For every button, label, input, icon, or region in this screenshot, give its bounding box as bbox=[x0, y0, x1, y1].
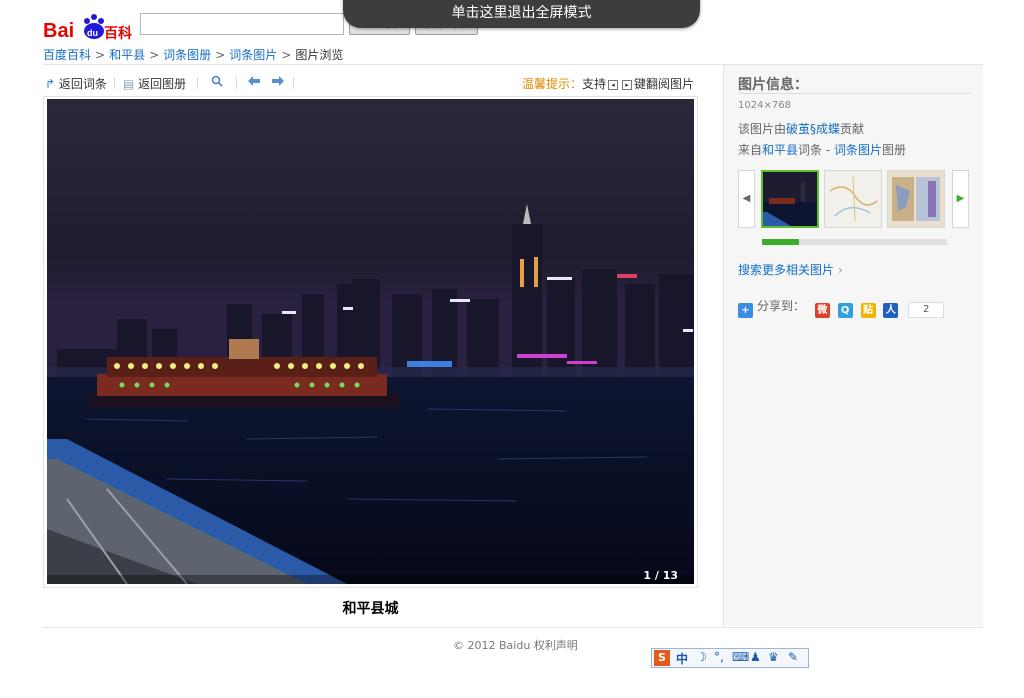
carousel-progress-fill bbox=[762, 239, 799, 245]
source-line: 来自和平县词条 - 词条图片图册 bbox=[738, 141, 906, 158]
thumbnail-2[interactable] bbox=[824, 170, 882, 228]
back-to-entry-link[interactable]: ↱ 返回词条 bbox=[45, 75, 107, 92]
prev-arrow-icon[interactable] bbox=[248, 75, 260, 89]
carousel-progress-bar[interactable] bbox=[762, 239, 947, 245]
carousel-next-icon[interactable]: ▶ bbox=[952, 170, 969, 228]
ime-toolbar[interactable]: S 中 ☽ °, ⌨ ♟ ♛ ✎ bbox=[651, 648, 809, 668]
image-info-sidebar: 图片信息： 1024×768 该图片由破茧§成蝶贡献 来自和平县词条 - 词条图… bbox=[723, 65, 983, 626]
thumbnail-1[interactable] bbox=[761, 170, 819, 228]
copyright-text[interactable]: © 2012 Baidu 权利声明 bbox=[453, 637, 578, 653]
breadcrumb-current: 图片浏览 bbox=[295, 48, 344, 62]
qzone-share-icon[interactable]: Q bbox=[837, 303, 853, 318]
share-count: 2 bbox=[908, 302, 945, 318]
chevron-right-icon: › bbox=[837, 263, 843, 277]
keyboard-icon[interactable]: ⌨ bbox=[732, 650, 749, 664]
thumbnail-carousel: ◀ ▶ bbox=[738, 170, 971, 230]
breadcrumb-separator: > bbox=[281, 48, 292, 62]
source-prefix: 来自 bbox=[738, 143, 763, 157]
thumbnail-3[interactable] bbox=[887, 170, 945, 228]
image-info-divider bbox=[738, 93, 971, 94]
breadcrumb: 百度百科 > 和平县 > 词条图册 > 词条图片 > 图片浏览 bbox=[43, 46, 343, 63]
hint-text-1: 支持 bbox=[581, 77, 606, 91]
thumbnail-atlas-image bbox=[888, 171, 944, 227]
tieba-share-icon[interactable]: 贴 bbox=[860, 303, 876, 318]
moon-icon[interactable]: ☽ bbox=[696, 650, 707, 664]
user-icon[interactable]: ♟ bbox=[750, 650, 761, 664]
search-more-images-link[interactable]: 搜索更多相关图片 › bbox=[738, 261, 843, 278]
share-plus-icon[interactable]: + bbox=[738, 303, 753, 318]
search-input[interactable] bbox=[140, 13, 344, 35]
breadcrumb-entry[interactable]: 和平县 bbox=[109, 48, 145, 62]
photo-toolbar: ↱ 返回词条 ▤ 返回图册 温馨提示：支持 ◂ ▸ 键翻阅图片 bbox=[43, 72, 698, 94]
next-arrow-icon[interactable] bbox=[272, 75, 284, 89]
punctuation-icon[interactable]: °, bbox=[714, 650, 724, 664]
image-dimensions: 1024×768 bbox=[738, 100, 791, 111]
breadcrumb-separator: > bbox=[215, 48, 226, 62]
thumbnail-harbor-image bbox=[763, 172, 817, 226]
breadcrumb-entry-images[interactable]: 词条图片 bbox=[229, 48, 277, 62]
sogou-ime-icon[interactable]: S bbox=[654, 650, 670, 666]
grid-icon: ▤ bbox=[123, 77, 135, 91]
toolbar-divider bbox=[197, 77, 198, 89]
left-key-icon: ◂ bbox=[607, 80, 618, 90]
footer-divider bbox=[43, 627, 983, 628]
svg-text:Bai: Bai bbox=[43, 20, 74, 42]
hint-label: 温馨提示： bbox=[521, 77, 582, 91]
breadcrumb-album[interactable]: 词条图册 bbox=[163, 48, 211, 62]
keyboard-hint: 温馨提示：支持 ◂ ▸ 键翻阅图片 bbox=[522, 75, 694, 92]
exit-fullscreen-banner[interactable]: 单击这里退出全屏模式 bbox=[343, 0, 700, 28]
baidu-baike-logo[interactable]: Bai du 百科 bbox=[43, 12, 135, 42]
breadcrumb-baike[interactable]: 百度百科 bbox=[43, 48, 91, 62]
svg-text:du: du bbox=[87, 28, 98, 38]
svg-text:百科: 百科 bbox=[104, 25, 132, 42]
back-to-album-label: 返回图册 bbox=[138, 77, 187, 91]
contributor-suffix: 贡献 bbox=[840, 122, 865, 136]
ime-chinese-mode[interactable]: 中 bbox=[676, 650, 688, 667]
harbor-night-image bbox=[47, 99, 694, 584]
photo-caption: 和平县城 bbox=[342, 601, 399, 617]
breadcrumb-separator: > bbox=[149, 48, 160, 62]
source-entry-link[interactable]: 和平县 bbox=[762, 143, 798, 157]
photo-counter: 1 / 13 bbox=[643, 569, 678, 582]
source-mid: 词条 - bbox=[798, 143, 834, 157]
main-photo[interactable]: 1 / 13 bbox=[47, 99, 694, 584]
image-info-title: 图片信息： bbox=[738, 77, 808, 93]
contributor-line: 该图片由破茧§成蝶贡献 bbox=[738, 120, 864, 137]
toolbar-divider bbox=[293, 77, 294, 89]
source-suffix: 图册 bbox=[882, 143, 907, 157]
back-to-entry-label: 返回词条 bbox=[58, 77, 107, 91]
back-arrow-icon: ↱ bbox=[45, 77, 56, 91]
carousel-prev-icon[interactable]: ◀ bbox=[738, 170, 755, 228]
skin-icon[interactable]: ♛ bbox=[768, 650, 779, 664]
back-to-album-link[interactable]: ▤ 返回图册 bbox=[123, 75, 186, 92]
toolbar-divider bbox=[114, 77, 115, 89]
thumbnail-map-image bbox=[825, 171, 881, 227]
share-label: 分享到： bbox=[757, 299, 806, 313]
search-more-label: 搜索更多相关图片 bbox=[738, 263, 835, 277]
breadcrumb-separator: > bbox=[95, 48, 106, 62]
baidu-logo-icon: Bai du 百科 bbox=[43, 14, 132, 42]
source-album-link[interactable]: 词条图片 bbox=[834, 143, 882, 157]
wrench-icon[interactable]: ✎ bbox=[788, 650, 798, 664]
toolbar-divider bbox=[236, 77, 237, 89]
contributor-prefix: 该图片由 bbox=[738, 122, 787, 136]
weibo-share-icon[interactable]: 微 bbox=[814, 303, 830, 318]
zoom-search-icon[interactable] bbox=[211, 75, 223, 90]
contributor-link[interactable]: 破茧§成蝶 bbox=[786, 122, 840, 136]
renren-share-icon[interactable]: 人 bbox=[883, 303, 899, 318]
right-key-icon: ▸ bbox=[621, 80, 632, 90]
share-bar: + 分享到： 微 Q 贴 人 2 bbox=[738, 297, 945, 318]
hint-text-2: 键翻阅图片 bbox=[633, 77, 694, 91]
